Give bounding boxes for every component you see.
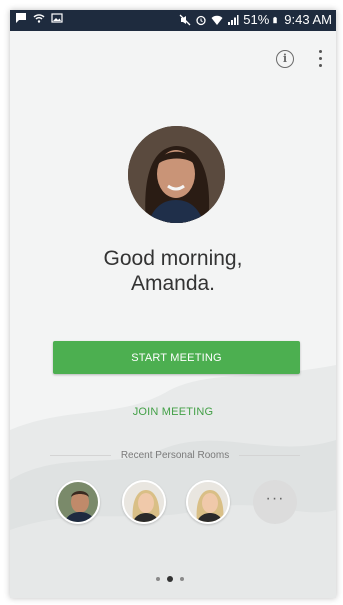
recent-room-avatar[interactable] [56, 480, 100, 524]
image-icon [51, 13, 63, 23]
start-meeting-button[interactable]: START MEETING [53, 341, 300, 374]
greeting-name: Amanda. [130, 272, 216, 295]
recent-rooms-header: Recent Personal Rooms [50, 448, 301, 462]
more-vert-icon[interactable] [316, 50, 324, 70]
page-indicator [156, 576, 184, 582]
status-bar: 51% 9:43 AM [10, 10, 336, 31]
greeting-text: Good morning, Amanda. [10, 246, 336, 296]
page-dot[interactable] [180, 577, 184, 581]
wifi-icon [211, 15, 223, 25]
wifi-call-icon [33, 14, 45, 23]
message-icon [16, 13, 26, 23]
status-left-icons [15, 12, 63, 24]
battery-icon [273, 16, 278, 24]
divider [50, 454, 111, 456]
battery-percent: 51% [243, 12, 270, 27]
info-icon[interactable]: i [276, 50, 294, 68]
page-dot[interactable] [156, 577, 160, 581]
app-screen: 51% 9:43 AM i Good morning, Amanda. STAR… [10, 10, 336, 598]
signal-icon [228, 15, 239, 25]
greeting-line-1: Good morning, [103, 247, 243, 270]
page-dot-active[interactable] [167, 576, 173, 582]
recent-rooms-label: Recent Personal Rooms [120, 449, 230, 461]
more-rooms-button[interactable]: ··· [253, 480, 297, 524]
user-avatar [128, 126, 225, 223]
clock: 9:43 AM [284, 12, 332, 27]
divider [239, 454, 301, 456]
avatar-photo [128, 126, 225, 223]
alarm-icon [196, 15, 206, 26]
recent-room-avatar[interactable] [122, 480, 166, 524]
mute-icon [179, 14, 191, 26]
join-meeting-link[interactable]: JOIN MEETING [10, 406, 336, 418]
status-right-icons: 51% 9:43 AM [179, 12, 332, 28]
recent-room-avatar[interactable] [186, 480, 230, 524]
